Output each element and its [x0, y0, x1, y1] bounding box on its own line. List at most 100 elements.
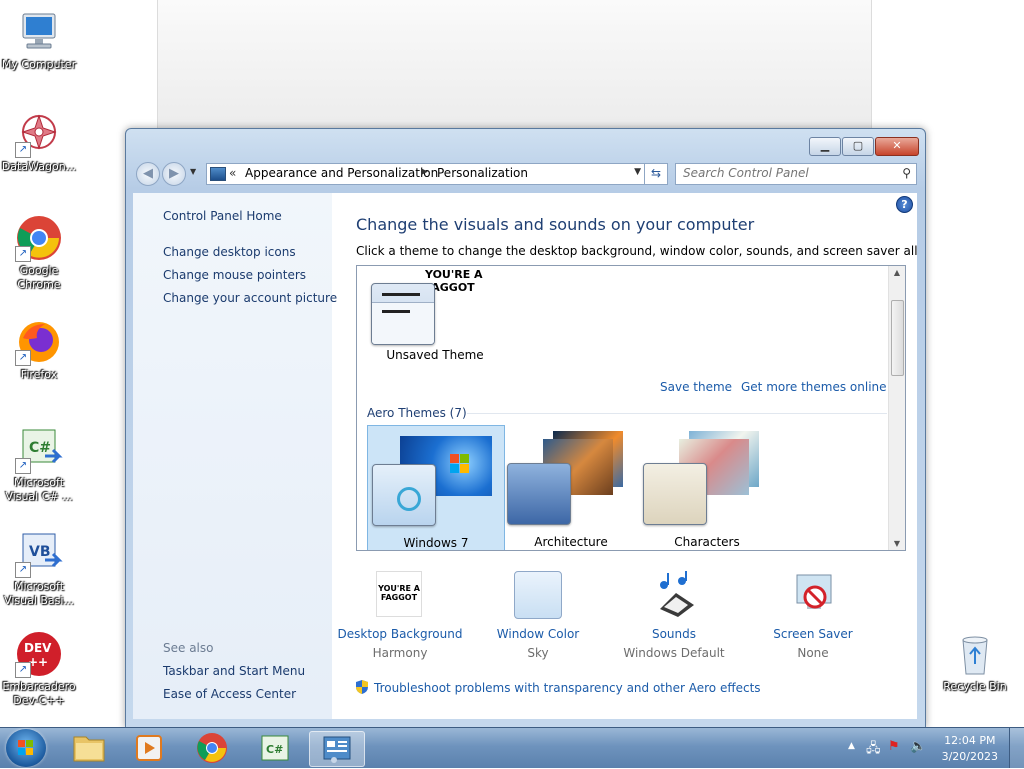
taskbar-media-player[interactable] — [122, 731, 176, 765]
search-box: ⚲ — [675, 163, 917, 185]
volume-icon[interactable]: 🔈 — [910, 739, 926, 754]
clock[interactable]: 12:04 PM 3/20/2023 — [942, 733, 998, 765]
control-panel-icon — [210, 167, 226, 181]
breadcrumb-separator-icon[interactable]: ▶ — [421, 167, 428, 177]
theme-window-color-swatch — [372, 464, 436, 526]
sounds-setting[interactable]: Sounds Windows Default — [604, 571, 744, 660]
change-mouse-pointers-link[interactable]: Change mouse pointers — [163, 268, 306, 282]
svg-text:++: ++ — [28, 655, 48, 669]
theme-list: YOU'RE A FAGGOT Unsaved Theme Save theme … — [356, 265, 906, 551]
shortcut-arrow-icon: ↗ — [15, 142, 31, 158]
theme-window-color-swatch — [371, 283, 435, 345]
screen-saver-setting[interactable]: Screen Saver None — [743, 571, 883, 660]
desktop-icon-label: Microsoft Visual C# ... — [5, 476, 73, 503]
address-bar[interactable]: « Appearance and Personalization ▶ Perso… — [206, 163, 668, 185]
svg-text:DEV: DEV — [24, 641, 52, 655]
network-icon[interactable]: 🖧 — [866, 739, 881, 761]
desktop-icon-recycle-bin[interactable]: Recycle Bin — [935, 630, 1015, 694]
media-player-icon — [136, 735, 162, 761]
desktop-icon-firefox[interactable]: ↗ Firefox — [0, 318, 79, 382]
save-theme-link[interactable]: Save theme — [660, 380, 732, 394]
svg-text:C#: C# — [266, 743, 283, 756]
start-button[interactable] — [6, 729, 46, 767]
help-icon[interactable]: ? — [896, 196, 913, 213]
taskbar-control-panel[interactable] — [309, 731, 365, 767]
change-desktop-icons-link[interactable]: Change desktop icons — [163, 245, 296, 259]
page-title: Change the visuals and sounds on your co… — [356, 215, 755, 234]
desktop-icon-label: Firefox — [20, 368, 58, 381]
refresh-button[interactable]: ⇆ — [644, 163, 668, 185]
computer-icon — [15, 8, 63, 56]
show-hidden-icons-icon[interactable]: ▲ — [848, 741, 855, 751]
window-color-icon — [514, 571, 562, 619]
taskbar-chrome[interactable] — [185, 731, 239, 765]
setting-value: Harmony — [372, 646, 428, 660]
desktop-icon-visual-basic[interactable]: VB ↗ Microsoft Visual Basi... — [0, 530, 79, 608]
taskbar-visual-csharp[interactable]: C# — [248, 731, 302, 765]
theme-window-color-swatch — [507, 463, 571, 525]
desktop-icon-label: Embarcadero Dev-C++ — [2, 680, 76, 707]
desktop-icon-chrome[interactable]: ↗ Google Chrome — [0, 214, 79, 292]
ease-of-access-link[interactable]: Ease of Access Center — [163, 687, 296, 701]
show-desktop-button[interactable] — [1009, 728, 1024, 768]
recent-pages-icon[interactable]: ▼ — [190, 167, 196, 176]
main-pane: ? Change the visuals and sounds on your … — [332, 193, 917, 719]
taskbar-start-menu-link[interactable]: Taskbar and Start Menu — [163, 664, 305, 678]
troubleshoot-aero-link[interactable]: Troubleshoot problems with transparency … — [356, 680, 761, 695]
theme-list-scrollbar[interactable]: ▲ ▼ — [888, 266, 905, 550]
search-icon[interactable]: ⚲ — [902, 166, 911, 180]
address-dropdown-icon[interactable]: ▼ — [634, 167, 641, 177]
control-panel-home-link[interactable]: Control Panel Home — [163, 209, 282, 223]
caption-buttons: ▁ ▢ ✕ — [808, 137, 919, 156]
control-panel-icon — [323, 736, 351, 763]
shortcut-arrow-icon: ↗ — [15, 562, 31, 578]
navigation-bar: ◀ ▶ ▼ « Appearance and Personalization ▶… — [134, 161, 917, 187]
scrollbar-thumb[interactable] — [891, 300, 904, 376]
minimize-button[interactable]: ▁ — [809, 137, 841, 156]
visual-csharp-icon: C# — [261, 735, 289, 761]
refresh-icon: ⇆ — [650, 166, 662, 180]
window-content: Control Panel Home Change desktop icons … — [133, 193, 917, 719]
desktop-background-setting[interactable]: YOU'RE A FAGGOT Desktop Background Harmon… — [330, 571, 470, 660]
action-center-flag-icon[interactable]: ⚑ — [888, 739, 900, 754]
breadcrumb-overflow[interactable]: « — [229, 166, 236, 180]
left-task-pane: Control Panel Home Change desktop icons … — [133, 193, 337, 719]
desktop-background-icon: YOU'RE A FAGGOT — [376, 571, 424, 619]
desktop-icon-label: Microsoft Visual Basi... — [4, 580, 74, 607]
setting-value: None — [797, 646, 829, 660]
desktop-icon-label: DataWagon... — [1, 160, 77, 173]
desktop-icon-my-computer[interactable]: My Computer — [0, 8, 79, 72]
theme-windows-7[interactable]: Windows 7 — [367, 425, 505, 550]
desktop-icon-label: Recycle Bin — [943, 680, 1007, 693]
back-button[interactable]: ◀ — [136, 162, 160, 186]
get-more-themes-link[interactable]: Get more themes online — [741, 380, 887, 394]
theme-name: Unsaved Theme — [386, 348, 484, 362]
maximize-button[interactable]: ▢ — [842, 137, 874, 156]
shortcut-arrow-icon: ↗ — [15, 458, 31, 474]
taskbar-explorer[interactable] — [62, 731, 116, 765]
theme-unsaved[interactable]: YOU'RE A FAGGOT Unsaved Theme — [367, 268, 503, 368]
desktop-icon-datawagon[interactable]: ↗ DataWagon... — [0, 110, 79, 174]
close-button[interactable]: ✕ — [875, 137, 919, 156]
see-also-title: See also — [163, 641, 214, 655]
forward-arrow-icon: ▶ — [169, 166, 179, 181]
scroll-up-icon[interactable]: ▲ — [889, 268, 905, 277]
breadcrumb-personalization[interactable]: Personalization — [437, 166, 528, 180]
setting-label: Sounds — [651, 627, 697, 641]
breadcrumb-appearance[interactable]: Appearance and Personalization — [245, 166, 438, 180]
theme-architecture[interactable]: Architecture — [503, 425, 639, 550]
desktop-icon-dev-cpp[interactable]: DEV ++ ↗ Embarcadero Dev-C++ — [0, 630, 79, 708]
theme-characters[interactable]: Characters — [639, 425, 775, 550]
search-input[interactable] — [676, 164, 893, 182]
change-account-picture-link[interactable]: Change your account picture — [163, 291, 337, 305]
aero-themes-title: Aero Themes (7) — [367, 406, 467, 420]
minimize-icon: ▁ — [820, 139, 830, 152]
scroll-down-icon[interactable]: ▼ — [889, 539, 905, 548]
visual-csharp-icon: C# ↗ — [15, 426, 63, 474]
desktop-icon-visual-csharp[interactable]: C# ↗ Microsoft Visual C# ... — [0, 426, 79, 504]
firefox-icon: ↗ — [15, 318, 63, 366]
taskbar: C# ▲ 🖧 ⚑ 🔈 12:04 PM 3/20/2023 — [0, 727, 1024, 768]
clock-date: 3/20/2023 — [941, 750, 998, 763]
forward-button[interactable]: ▶ — [162, 162, 186, 186]
window-color-setting[interactable]: Window Color Sky — [468, 571, 608, 660]
